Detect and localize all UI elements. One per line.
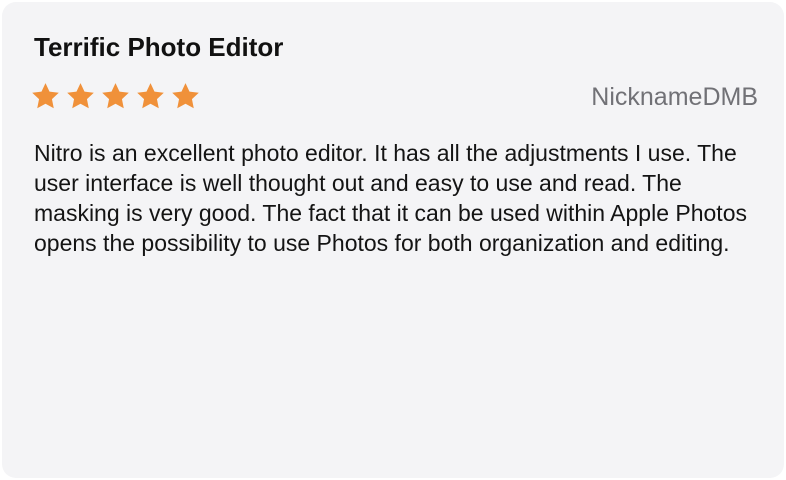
- review-body: Nitro is an excellent photo editor. It h…: [34, 140, 747, 256]
- star-icon: [30, 81, 61, 112]
- review-author: NicknameDMB: [591, 83, 758, 111]
- review-title: Terrific Photo Editor: [34, 32, 284, 62]
- star-icon: [65, 81, 96, 112]
- star-rating: [30, 78, 205, 114]
- review-card: Terrific Photo Editor NicknameDMB Nitro …: [2, 2, 784, 478]
- star-icon: [170, 81, 201, 112]
- star-icon: [135, 81, 166, 112]
- star-icon: [100, 81, 131, 112]
